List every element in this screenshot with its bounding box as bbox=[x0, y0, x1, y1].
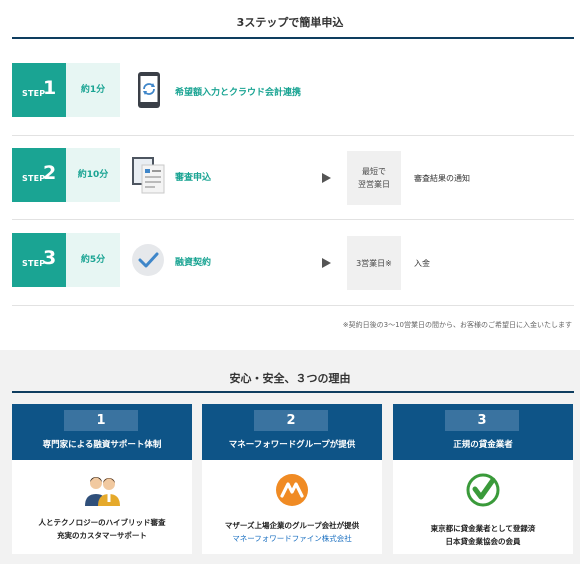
reason-card-1: 1 専門家による融資サポート体制 人とテクノロジーのハイブリッド審査 充実のカス… bbox=[12, 404, 192, 554]
steps-title-rule bbox=[12, 37, 574, 39]
card-line: 日本貸金業協会の会員 bbox=[445, 537, 521, 546]
divider bbox=[12, 219, 574, 220]
reasons-section-title: 安心・安全、３つの理由 bbox=[229, 372, 351, 385]
card-number: 2 bbox=[254, 410, 328, 431]
card-line: マザーズ上場企業のグループ会社が提供 bbox=[224, 521, 360, 530]
advisors-icon bbox=[84, 472, 120, 508]
document-form-icon bbox=[130, 155, 165, 194]
arrow-right-icon bbox=[322, 173, 331, 183]
card-line: 人とテクノロジーのハイブリッド審査 bbox=[38, 518, 166, 527]
step-number: 3 bbox=[43, 247, 57, 269]
card-header: 3 正規の貸金業者 bbox=[393, 404, 573, 460]
step-3-time: 約5分 bbox=[66, 233, 120, 287]
step-word: STEP bbox=[22, 174, 46, 183]
divider bbox=[12, 305, 574, 306]
step-2-result-box: 最短で 翌営業日 bbox=[347, 151, 401, 205]
card-title: 専門家による融資サポート体制 bbox=[42, 440, 162, 450]
divider bbox=[12, 135, 574, 136]
card-number: 1 bbox=[64, 410, 138, 431]
deposit-note: ※契約日後の3〜10営業日の間から、お客様のご希望日に入金いたします bbox=[342, 321, 572, 329]
step-2-label: 審査申込 bbox=[175, 173, 212, 183]
green-check-seal-icon bbox=[465, 472, 501, 508]
card-header: 1 専門家による融資サポート体制 bbox=[12, 404, 192, 460]
steps-section-title: 3ステップで簡単申込 bbox=[236, 16, 344, 29]
step-number: 1 bbox=[43, 77, 57, 99]
company-link[interactable]: マネーフォワードファイン株式会社 bbox=[202, 532, 382, 545]
step-3-result-box: 3営業日※ bbox=[347, 236, 401, 290]
step-3-badge: STEP 3 bbox=[12, 233, 66, 287]
step-word: STEP bbox=[22, 259, 46, 268]
step-3-result-text: 入金 bbox=[414, 259, 430, 268]
steps-section: 3ステップで簡単申込 STEP 1 約1分 希望額入力とクラウド会計連携 STE… bbox=[0, 0, 580, 350]
reasons-title-rule bbox=[12, 391, 574, 393]
card-number: 3 bbox=[445, 410, 519, 431]
step-number: 2 bbox=[43, 162, 57, 184]
card-title: マネーフォワードグループが提供 bbox=[228, 440, 356, 450]
step-2-result-text: 審査結果の通知 bbox=[414, 174, 470, 183]
card-title: 正規の貸金業者 bbox=[453, 440, 513, 450]
checkmark-circle-icon bbox=[131, 243, 165, 277]
moneyforward-logo-icon bbox=[274, 472, 310, 508]
arrow-right-icon bbox=[322, 258, 331, 268]
reason-card-3: 3 正規の貸金業者 東京都に貸金業者として登録済 日本貸金業協会の会員 bbox=[393, 404, 573, 554]
step-1-label: 希望額入力とクラウド会計連携 bbox=[175, 88, 302, 98]
card-line: 充実のカスタマーサポート bbox=[57, 531, 147, 540]
step-word: STEP bbox=[22, 89, 46, 98]
card-line: 東京都に貸金業者として登録済 bbox=[430, 524, 536, 533]
step-1-time: 約1分 bbox=[66, 63, 120, 117]
reason-card-2: 2 マネーフォワードグループが提供 マザーズ上場企業のグループ会社が提供 マネー… bbox=[202, 404, 382, 554]
step-2-time: 約10分 bbox=[66, 148, 120, 202]
step-3-label: 融資契約 bbox=[175, 258, 212, 268]
step-2-badge: STEP 2 bbox=[12, 148, 66, 202]
step-1-badge: STEP 1 bbox=[12, 63, 66, 117]
phone-sync-icon bbox=[132, 71, 166, 108]
card-header: 2 マネーフォワードグループが提供 bbox=[202, 404, 382, 460]
